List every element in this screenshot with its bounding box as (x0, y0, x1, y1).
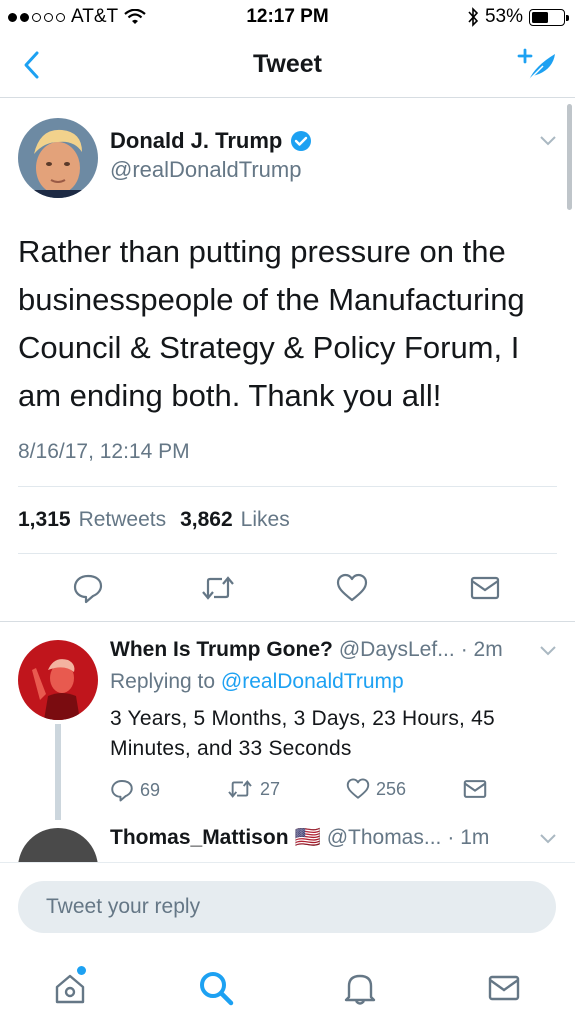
divider (18, 486, 557, 487)
author-avatar[interactable] (18, 118, 98, 198)
reply-reply-button[interactable]: 69 (110, 778, 160, 802)
page-title: Tweet (253, 50, 322, 78)
author-handle[interactable]: @realDonaldTrump (110, 157, 301, 183)
retweets-count[interactable]: 1,315 (18, 508, 71, 532)
reply-count: 69 (140, 779, 161, 800)
battery-level (532, 11, 548, 23)
tweet-stats: 1,315 Retweets 3,862 Likes (18, 508, 290, 532)
scrollbar[interactable] (567, 104, 572, 210)
tab-messages[interactable] (484, 968, 524, 1008)
notifications-icon (344, 974, 376, 1005)
likes-count[interactable]: 3,862 (180, 508, 233, 532)
dm-icon (470, 576, 500, 600)
replying-mention[interactable]: @realDonaldTrump (221, 670, 404, 693)
reply-header[interactable]: When Is Trump Gone? @DaysLef... · 2m (110, 638, 503, 662)
tweet-timestamp: 8/16/17, 12:14 PM (18, 440, 190, 463)
status-right: 53% (467, 6, 569, 28)
bluetooth-icon (468, 7, 479, 27)
reply-author-handle: @DaysLef... (338, 638, 455, 661)
dm-icon (463, 780, 487, 798)
verified-icon (291, 131, 312, 151)
reply-header[interactable]: Thomas_Mattison 🇺🇸 @Thomas... · 1m (110, 826, 489, 850)
retweet-button[interactable] (200, 570, 236, 606)
like-icon (336, 573, 368, 602)
reply-options-button[interactable] (539, 644, 557, 662)
reply-options-button[interactable] (539, 832, 557, 850)
tweet-text: Rather than putting pressure on the busi… (18, 234, 525, 413)
tweet-options-button[interactable] (539, 134, 557, 152)
reply-author-handle: @Thomas... (326, 826, 442, 849)
retweets-label[interactable]: Retweets (79, 508, 167, 532)
compose-icon (517, 48, 555, 81)
reply-age: · 1m (447, 826, 490, 849)
home-icon (55, 974, 85, 1004)
tweet-actions (0, 570, 575, 606)
reply-author-name: Thomas_Mattison (110, 826, 289, 849)
author-name[interactable]: Donald J. Trump (110, 128, 312, 154)
chevron-down-icon (540, 136, 556, 146)
reply-icon (111, 780, 133, 802)
retweet-icon (228, 780, 252, 798)
like-icon (346, 778, 370, 799)
replying-to-line: Replying to @realDonaldTrump (110, 670, 404, 694)
divider (18, 553, 557, 554)
reply-composer-area: Tweet your reply (0, 862, 575, 952)
likes-label[interactable]: Likes (241, 508, 290, 532)
tab-home[interactable] (50, 966, 90, 1008)
reply-actions: 69 27 256 (0, 778, 575, 806)
chevron-down-icon (540, 834, 556, 844)
flag-icon: 🇺🇸 (294, 826, 321, 849)
reply-retweet-button[interactable]: 27 (226, 778, 280, 800)
reply-text: 3 Years, 5 Months, 3 Days, 23 Hours, 45 … (110, 707, 495, 760)
search-icon (200, 972, 234, 1006)
reply-age: · 2m (460, 638, 503, 661)
direct-message-button[interactable] (467, 570, 503, 606)
like-count: 256 (376, 778, 407, 799)
chevron-down-icon (540, 646, 556, 656)
battery-icon (529, 8, 569, 26)
battery-percent: 53% (484, 6, 523, 27)
new-content-dot (77, 966, 86, 975)
tab-bar (0, 952, 575, 1024)
reply-dm-button[interactable] (462, 778, 488, 800)
reply-input[interactable]: Tweet your reply (18, 881, 556, 933)
reply-like-button[interactable]: 256 (346, 778, 406, 800)
compose-button[interactable] (515, 44, 559, 84)
replying-prefix: Replying to (110, 670, 216, 693)
retweet-count: 27 (260, 778, 281, 799)
reply-icon (73, 574, 103, 604)
tab-search[interactable] (196, 968, 236, 1008)
like-button[interactable] (334, 570, 370, 606)
reply-avatar[interactable] (18, 640, 98, 720)
divider (0, 621, 575, 622)
nav-bar: Tweet (0, 34, 575, 98)
reply-button[interactable] (70, 570, 106, 606)
retweet-icon (202, 576, 234, 600)
status-bar: AT&T 12:17 PM 53% (0, 0, 575, 34)
tab-notifications[interactable] (340, 968, 380, 1008)
reply-avatar[interactable] (18, 828, 98, 862)
messages-icon (488, 975, 520, 1001)
author-name-text: Donald J. Trump (110, 128, 283, 153)
reply-author-name: When Is Trump Gone? (110, 638, 333, 661)
